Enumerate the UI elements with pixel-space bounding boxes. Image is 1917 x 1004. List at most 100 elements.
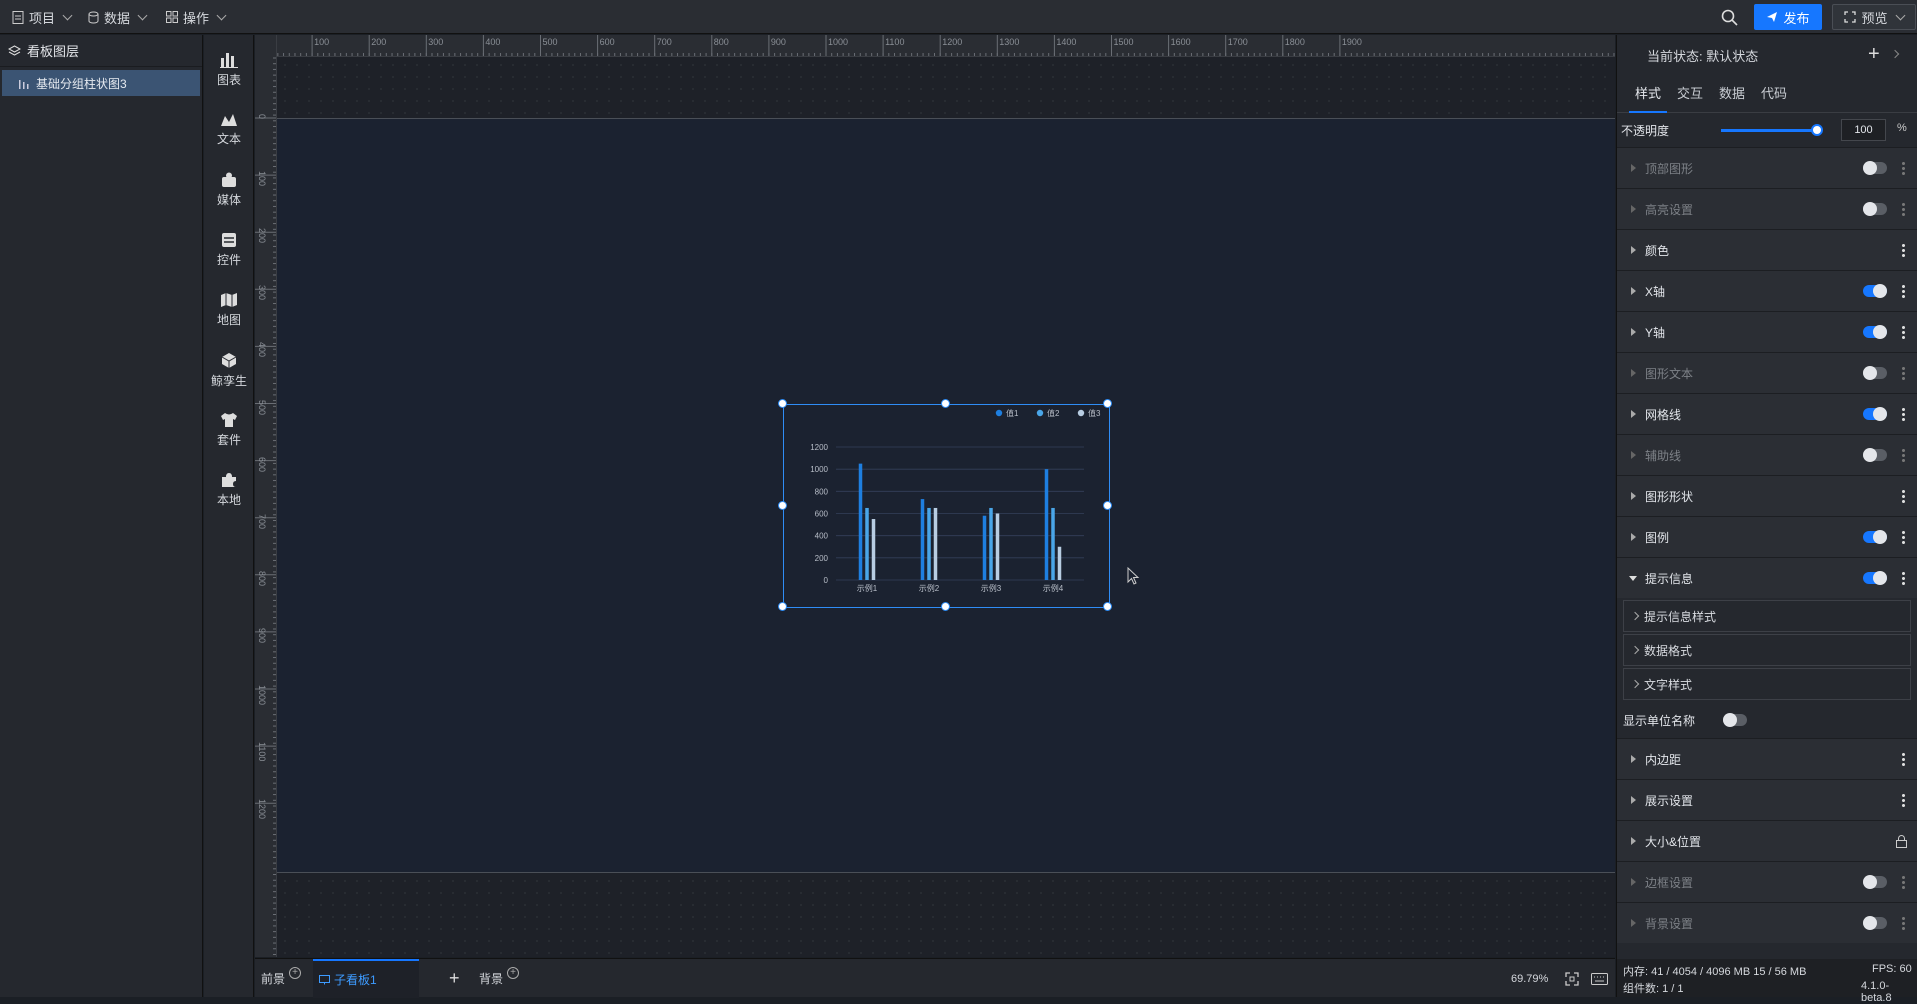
- component-local[interactable]: 本地: [204, 465, 254, 515]
- resize-handle-nw[interactable]: [778, 399, 787, 408]
- tab-data[interactable]: 数据: [1719, 75, 1745, 113]
- menu-operation[interactable]: 操作: [166, 0, 227, 34]
- resize-handle-ne[interactable]: [1103, 399, 1112, 408]
- more-options-icon[interactable]: [1902, 161, 1905, 176]
- add-state-button[interactable]: +: [1868, 43, 1880, 66]
- resize-handle-s[interactable]: [941, 602, 950, 611]
- component-kit[interactable]: 套件: [204, 405, 254, 455]
- bar-1[interactable]: [1044, 469, 1049, 580]
- tooltip-subsection[interactable]: 提示信息样式: [1623, 600, 1911, 632]
- more-options-icon[interactable]: [1902, 448, 1905, 463]
- more-options-icon[interactable]: [1902, 325, 1905, 340]
- more-options-icon[interactable]: [1902, 202, 1905, 217]
- opacity-slider-handle[interactable]: [1811, 124, 1823, 136]
- bar-2[interactable]: [1051, 507, 1055, 580]
- chart-widget[interactable]: 值1 值2 值3 0 200 400 600 800 1000 1200 示例1 示例2 示例3 示例…: [778, 399, 1112, 611]
- search-icon[interactable]: [1721, 9, 1738, 26]
- tooltip-subsection[interactable]: 数据格式: [1623, 634, 1911, 666]
- preview-button[interactable]: 预览: [1832, 4, 1916, 30]
- section-toggle[interactable]: [1863, 530, 1887, 544]
- resize-handle-n[interactable]: [941, 399, 950, 408]
- tooltip-subsection[interactable]: 文字样式: [1623, 668, 1911, 700]
- add-foreground-icon[interactable]: +: [289, 966, 302, 979]
- section-toggle[interactable]: [1863, 284, 1887, 298]
- tab-foreground[interactable]: 前景 +: [261, 959, 302, 998]
- bar-3[interactable]: [933, 507, 938, 580]
- menu-project[interactable]: 项目: [12, 0, 73, 34]
- section-sections_after4[interactable]: 背景设置: [1617, 902, 1917, 943]
- legend-marker[interactable]: [995, 409, 1003, 417]
- resize-handle-w[interactable]: [778, 501, 787, 510]
- section-toggle[interactable]: [1863, 916, 1887, 930]
- bar-2[interactable]: [927, 507, 931, 580]
- bar-3[interactable]: [995, 513, 1000, 581]
- bar-2[interactable]: [865, 507, 869, 580]
- tab-interaction[interactable]: 交互: [1677, 75, 1703, 113]
- more-options-icon[interactable]: [1902, 489, 1905, 504]
- more-options-icon[interactable]: [1902, 530, 1905, 545]
- section-sections5[interactable]: 图形文本: [1617, 352, 1917, 393]
- section-sections7[interactable]: 辅助线: [1617, 434, 1917, 475]
- tab-sub-board[interactable]: 子看板1: [313, 959, 419, 998]
- component-text[interactable]: 文本: [204, 105, 254, 155]
- component-twin[interactable]: 鲸孪生: [204, 345, 254, 395]
- more-options-icon[interactable]: [1902, 284, 1905, 299]
- section-toggle[interactable]: [1863, 448, 1887, 462]
- more-options-icon[interactable]: [1902, 916, 1905, 931]
- chevron-right-icon[interactable]: [1890, 49, 1900, 59]
- section-sections_after1[interactable]: 展示设置: [1617, 779, 1917, 820]
- bar-3[interactable]: [871, 519, 876, 580]
- menu-data[interactable]: 数据: [88, 0, 148, 34]
- opacity-input[interactable]: 100: [1841, 119, 1886, 141]
- bar-1[interactable]: [920, 499, 925, 580]
- section-sections9[interactable]: 图例: [1617, 516, 1917, 557]
- tab-style[interactable]: 样式: [1628, 75, 1668, 113]
- keyboard-icon[interactable]: [1591, 973, 1608, 985]
- tab-background[interactable]: 背景 +: [479, 959, 520, 998]
- section-sections2[interactable]: 颜色: [1617, 229, 1917, 270]
- component-chart[interactable]: 图表: [204, 45, 254, 95]
- more-options-icon[interactable]: [1902, 875, 1905, 890]
- component-widget[interactable]: 控件: [204, 225, 254, 275]
- section-sections_after0[interactable]: 内边距: [1617, 738, 1917, 779]
- section-sections3[interactable]: X轴: [1617, 270, 1917, 311]
- legend-marker[interactable]: [1036, 409, 1044, 417]
- opacity-slider-track[interactable]: [1721, 124, 1823, 136]
- section-sections0[interactable]: 顶部图形: [1617, 147, 1917, 188]
- section-toggle[interactable]: [1863, 325, 1887, 339]
- publish-button[interactable]: 发布: [1754, 4, 1822, 30]
- resize-handle-e[interactable]: [1103, 501, 1112, 510]
- resize-handle-se[interactable]: [1103, 602, 1112, 611]
- section-toggle[interactable]: [1863, 407, 1887, 421]
- component-map[interactable]: 地图: [204, 285, 254, 335]
- section-toggle[interactable]: [1863, 161, 1887, 175]
- add-board-button[interactable]: +: [449, 959, 460, 998]
- more-options-icon[interactable]: [1902, 752, 1905, 767]
- layer-item[interactable]: 基础分组柱状图3: [2, 70, 200, 96]
- tab-code[interactable]: 代码: [1761, 75, 1787, 113]
- legend-marker[interactable]: [1077, 409, 1085, 417]
- component-media[interactable]: 媒体: [204, 165, 254, 215]
- bar-1[interactable]: [858, 463, 863, 580]
- unit-name-toggle[interactable]: [1723, 713, 1747, 727]
- section-sections6[interactable]: 网格线: [1617, 393, 1917, 434]
- section-sections_after3[interactable]: 边框设置: [1617, 861, 1917, 902]
- section-sections_after2[interactable]: 大小&位置: [1617, 820, 1917, 861]
- add-background-icon[interactable]: +: [507, 966, 520, 979]
- section-toggle[interactable]: [1863, 875, 1887, 889]
- more-options-icon[interactable]: [1902, 366, 1905, 381]
- lock-icon[interactable]: [1896, 835, 1907, 848]
- bar-3[interactable]: [1057, 546, 1062, 580]
- section-sections4[interactable]: Y轴: [1617, 311, 1917, 352]
- more-options-icon[interactable]: [1902, 571, 1905, 586]
- section-sections1[interactable]: 高亮设置: [1617, 188, 1917, 229]
- section-sections8[interactable]: 图形形状: [1617, 475, 1917, 516]
- section-toggle[interactable]: [1863, 202, 1887, 216]
- more-options-icon[interactable]: [1902, 243, 1905, 258]
- bar-1[interactable]: [982, 515, 987, 580]
- resize-handle-sw[interactable]: [778, 602, 787, 611]
- section-sections10[interactable]: 提示信息: [1617, 557, 1917, 598]
- more-options-icon[interactable]: [1902, 793, 1905, 808]
- section-toggle[interactable]: [1863, 571, 1887, 585]
- section-toggle[interactable]: [1863, 366, 1887, 380]
